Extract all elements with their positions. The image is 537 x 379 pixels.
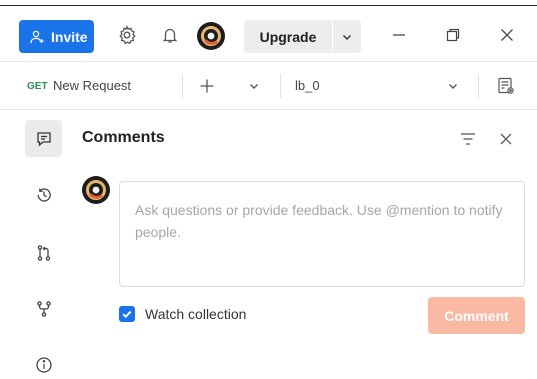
sidebar-item-comments[interactable] [25,120,62,157]
filter-comments-button[interactable] [456,127,480,151]
chevron-down-icon [343,34,351,40]
tabs-menu-button[interactable] [243,75,265,97]
sidebar-item-forks[interactable] [25,290,62,327]
history-icon [37,187,51,202]
watch-label: Watch collection [145,306,247,322]
chevron-down-icon [250,84,258,89]
environment-quick-look-button[interactable] [494,74,518,98]
current-user-avatar [82,176,110,204]
environment-dropdown[interactable] [442,75,464,97]
avatar-image [86,180,106,200]
bell-icon [162,28,178,43]
sidebar-item-pull-requests[interactable] [25,234,62,271]
close-icon [500,133,512,145]
submit-comment-button[interactable]: Comment [428,297,525,334]
sidebar-item-history[interactable] [25,176,62,213]
avatar-image [201,26,221,46]
divider [478,74,479,98]
request-tab-name: New Request [53,78,132,93]
pane-title: Comments [82,129,165,146]
close-icon [501,29,513,41]
divider [280,74,281,98]
settings-button[interactable] [114,22,140,48]
add-user-icon [30,30,44,43]
upgrade-menu-button[interactable] [333,20,361,53]
plus-icon [200,79,214,93]
minimize-button[interactable] [386,22,412,48]
request-method-badge: GET [27,81,48,92]
invite-button[interactable]: Invite [19,20,94,53]
pull-request-icon [37,244,50,261]
chevron-down-icon [449,84,457,89]
close-window-button[interactable] [494,22,520,48]
comment-icon [36,131,51,146]
watch-collection-toggle[interactable]: Watch collection [119,306,246,322]
new-tab-button[interactable] [196,75,218,97]
minimize-icon [393,34,405,36]
quick-look-icon [498,77,514,94]
watch-checkbox[interactable] [119,306,135,322]
fork-icon [36,300,51,317]
environment-name: lb_0 [295,78,320,93]
upgrade-button[interactable]: Upgrade [244,20,332,53]
invite-label: Invite [51,28,88,45]
right-context-sidebar [0,110,70,379]
gear-icon [119,25,136,45]
avatar[interactable] [197,22,225,50]
upgrade-group: Upgrade [244,20,361,53]
comment-input[interactable]: Ask questions or provide feedback. Use @… [119,181,525,287]
info-icon [35,356,52,373]
divider [182,74,183,98]
restore-icon [446,28,460,42]
checkmark-icon [122,310,132,319]
notifications-button[interactable] [157,22,183,48]
sidebar-item-info[interactable] [25,346,62,379]
close-pane-button[interactable] [494,127,518,151]
title-bar: Invite Upgrade [0,6,537,62]
filter-icon [461,133,475,145]
restore-button[interactable] [440,22,466,48]
request-bar: GET New Request lb_0 [0,62,537,110]
